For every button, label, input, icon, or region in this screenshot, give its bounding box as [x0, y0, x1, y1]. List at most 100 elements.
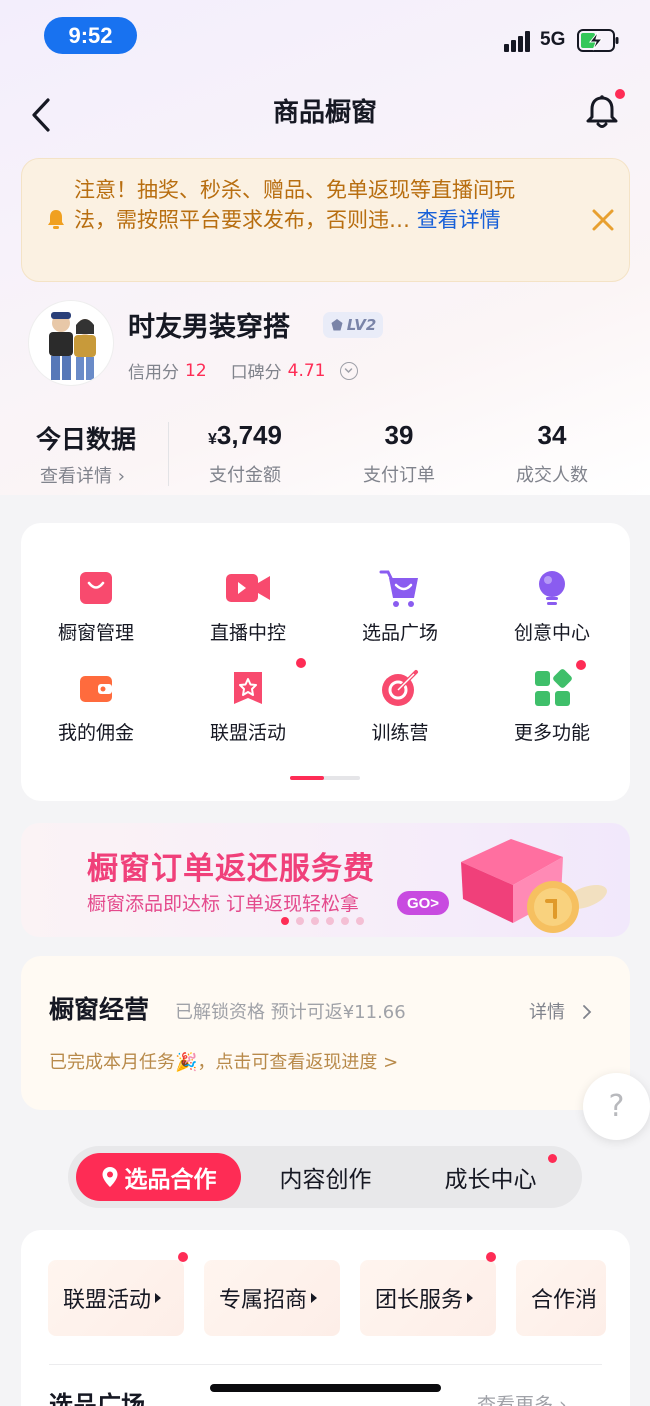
stat-payment-amount[interactable]: ¥3,749 支付金额: [170, 420, 320, 487]
growth-center-dot: [548, 1154, 557, 1163]
status-bar: 9:52 5G: [0, 0, 650, 80]
operations-subtitle: 已解锁资格 预计可返¥11.66: [175, 1002, 406, 1023]
chip-label: 专属招商: [219, 1288, 308, 1313]
promo-banner[interactable]: 橱窗订单返还服务费 橱窗添品即达标 订单返现轻松拿 GO>: [21, 823, 630, 937]
stat-label: 支付金额: [209, 465, 281, 486]
level-badge[interactable]: LV2: [323, 312, 383, 338]
stat-label: 支付订单: [363, 465, 435, 486]
stat-label: 成交人数: [516, 465, 588, 486]
network-label: 5G: [540, 29, 566, 50]
chip-leader-service[interactable]: 团长服务: [360, 1252, 496, 1336]
shop-name[interactable]: 时友男装穿搭: [128, 305, 290, 344]
wallet-icon: [80, 676, 112, 702]
operations-detail-link[interactable]: 详情: [529, 998, 595, 1024]
stats-divider: [168, 422, 169, 486]
level-label: LV2: [346, 316, 377, 334]
level-gem-icon: [331, 319, 343, 331]
tab-selection-cooperation[interactable]: 选品合作: [76, 1153, 241, 1201]
function-item-my-commission[interactable]: 我的佣金: [21, 668, 171, 758]
stat-value: 34: [537, 420, 567, 450]
home-indicator[interactable]: [210, 1384, 441, 1392]
function-item-more-features[interactable]: 更多功能: [477, 668, 627, 758]
cooperation-card: 联盟活动 专属招商 团长服务 合作消 选品广场 查看更多 ›: [21, 1230, 630, 1406]
tab-growth-center[interactable]: 成长中心: [413, 1153, 568, 1201]
chevron-right-icon: [582, 1005, 592, 1019]
today-stats: 今日数据 查看详情 › ¥3,749 支付金额 39 支付订单 34 成交人数: [0, 410, 650, 490]
chip-dot: [178, 1252, 188, 1262]
function-label: 联盟活动: [209, 722, 286, 744]
notice-view-details-link[interactable]: 查看详情: [417, 208, 501, 232]
tab-label: 成长中心: [444, 1167, 537, 1193]
stat-payment-orders[interactable]: 39 支付订单: [324, 420, 474, 487]
reputation-score-label: 口碑分: [230, 363, 282, 383]
star-badge-icon: [234, 672, 262, 704]
grid-icon: [535, 669, 572, 706]
section-title: 选品广场: [49, 1391, 145, 1406]
chip-label: 团长服务: [375, 1288, 464, 1313]
stat-value: 39: [384, 420, 414, 450]
function-label: 训练营: [371, 722, 429, 744]
notice-text: 注意！抽奖、秒杀、赠品、免单返现等直播间玩法，需按照平台要求发布，否则违… 查看…: [74, 175, 554, 235]
alliance-activity-dot: [296, 658, 306, 668]
signal-icon: [504, 30, 534, 52]
today-data-title: 今日数据: [36, 425, 137, 454]
grid-page-indicator: [290, 776, 360, 780]
avatar-illustration: [49, 312, 96, 380]
shopping-bag-icon: [80, 572, 112, 604]
chip-label: 联盟活动: [63, 1288, 152, 1313]
notification-dot: [615, 89, 625, 99]
notice-banner[interactable]: 注意！抽奖、秒杀、赠品、免单返现等直播间玩法，需按照平台要求发布，否则违… 查看…: [21, 158, 630, 282]
function-label: 更多功能: [513, 722, 590, 744]
credit-score-label: 信用分: [128, 363, 179, 383]
operations-title: 橱窗经营: [49, 995, 150, 1024]
chip-cooperation-messages[interactable]: 合作消: [516, 1260, 606, 1336]
credit-score-value: 12: [185, 360, 207, 381]
banner-pagination: [281, 917, 364, 925]
function-label: 直播中控: [209, 622, 286, 644]
card-divider: [49, 1364, 602, 1365]
stat-value: 3,749: [216, 420, 282, 450]
tab-label: 选品合作: [124, 1167, 217, 1193]
stat-buyers[interactable]: 34 成交人数: [477, 420, 627, 487]
shopping-cart-icon: [379, 570, 418, 607]
section-more-link[interactable]: 查看更多 ›: [477, 1390, 567, 1406]
stat-currency: ¥: [208, 431, 217, 448]
location-pin-icon: [102, 1167, 117, 1187]
notice-bell-icon: [48, 210, 64, 229]
chip-exclusive-recruitment[interactable]: 专属招商: [204, 1260, 340, 1336]
function-item-creative-center[interactable]: 创意中心: [477, 568, 627, 658]
battery-icon: [577, 29, 619, 52]
function-label: 选品广场: [361, 622, 438, 644]
function-label: 创意中心: [513, 622, 590, 644]
banner-title: 橱窗订单返还服务费: [87, 851, 375, 887]
window-operations-card[interactable]: 橱窗经营 已解锁资格 预计可返¥11.66 详情 已完成本月任务🎉，点击可查看返…: [21, 956, 630, 1110]
chip-alliance-activity[interactable]: 联盟活动: [48, 1252, 188, 1336]
banner-go-button[interactable]: GO>: [397, 891, 449, 915]
avatar[interactable]: [28, 300, 114, 386]
close-icon[interactable]: [588, 205, 618, 235]
scores-row[interactable]: 信用分 12 口碑分 4.71: [128, 358, 358, 383]
reputation-score-value: 4.71: [287, 360, 326, 381]
status-time: 9:52: [44, 17, 137, 54]
function-item-selection-plaza[interactable]: 选品广场: [325, 568, 475, 658]
tab-label: 内容创作: [279, 1167, 372, 1193]
gift-box-illustration: [461, 839, 607, 933]
section-tabs: 选品合作 内容创作 成长中心: [68, 1146, 582, 1208]
function-item-training-camp[interactable]: 训练营: [325, 668, 475, 758]
tab-content-creation[interactable]: 内容创作: [248, 1153, 403, 1201]
help-button[interactable]: ?: [583, 1073, 650, 1140]
function-label: 橱窗管理: [57, 622, 134, 644]
function-item-alliance-activity[interactable]: 联盟活动: [173, 668, 323, 758]
operations-detail-label: 详情: [529, 1002, 565, 1023]
function-item-live-control[interactable]: 直播中控: [173, 568, 323, 658]
function-item-window-management[interactable]: 橱窗管理: [21, 568, 171, 658]
page-title: 商品橱窗: [272, 98, 377, 128]
nav-bar: 商品橱窗: [0, 80, 650, 142]
lightbulb-icon: [539, 571, 565, 605]
today-view-details-link[interactable]: 查看详情 ›: [40, 462, 125, 488]
function-grid: 橱窗管理 直播中控 选品广场 创意中心 我的佣金 联盟活动 训练营 更多功能: [21, 523, 630, 801]
operations-progress-link[interactable]: 已完成本月任务🎉，点击可查看返现进度 >: [49, 1048, 398, 1074]
expand-chevron-icon[interactable]: [339, 361, 358, 380]
banner-subtitle: 橱窗添品即达标 订单返现轻松拿: [87, 893, 360, 915]
function-label: 我的佣金: [57, 722, 134, 744]
